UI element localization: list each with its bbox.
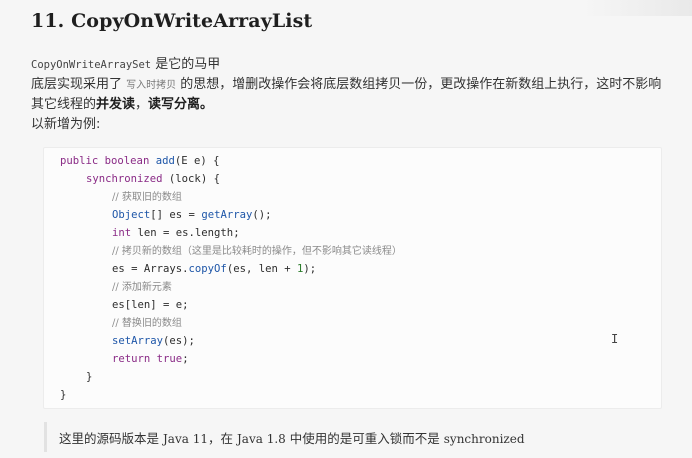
desc-sep: ，: [135, 97, 149, 112]
section-heading: 11. CopyOnWriteArrayList: [31, 10, 313, 32]
description-paragraph: 底层实现采用了 写入时拷贝 的思想，增删改操作会将底层数组拷贝一份，更改操作在新…: [31, 75, 671, 114]
code-line-12: return true;: [112, 353, 189, 365]
code-line-6: // 拷贝新的数组（这里是比较耗时的操作，但不影响其它读线程）: [112, 246, 402, 257]
code-line-7: es = Arrays.copyOf(es, len + 1);: [112, 263, 317, 275]
code-line-2: synchronized (lock) {: [86, 173, 220, 185]
desc-text-1: 底层实现采用了: [31, 77, 123, 92]
code-line-9: es[len] = e;: [112, 299, 189, 311]
code-line-1: public boolean add(E e) {: [60, 155, 220, 167]
bold-concurrent-read: 并发读: [96, 97, 136, 112]
code-line-10: // 替换旧的数组: [112, 318, 182, 329]
example-lead: 以新增为例:: [31, 117, 101, 132]
code-line-14: }: [60, 389, 67, 401]
document-page: 11. CopyOnWriteArrayList CopyOnWriteArra…: [0, 0, 692, 458]
intro-paragraph: CopyOnWriteArraySet 是它的马甲: [31, 55, 220, 75]
code-line-8: // 添加新元素: [112, 282, 172, 293]
code-block: public boolean add(E e) { synchronized (…: [43, 147, 662, 409]
text-cursor-icon: I: [611, 332, 619, 346]
code-line-3: // 获取旧的数组: [112, 192, 182, 203]
top-shadow: [582, 0, 692, 16]
code-line-11: setArray(es);: [112, 335, 195, 347]
code-line-13: }: [86, 371, 93, 383]
inline-code: CopyOnWriteArraySet: [31, 59, 152, 71]
version-note: 这里的源码版本是 Java 11，在 Java 1.8 中使用的是可重入锁而不是…: [59, 431, 525, 446]
copy-on-write-mark: 写入时拷贝: [126, 80, 177, 91]
code-line-5: int len = es.length;: [112, 227, 240, 239]
bold-rw-separation: 读写分离。: [148, 97, 214, 112]
blockquote-bar: [44, 422, 47, 452]
intro-text: 是它的马甲: [155, 57, 221, 72]
code-line-4: Object[] es = getArray();: [112, 209, 272, 221]
